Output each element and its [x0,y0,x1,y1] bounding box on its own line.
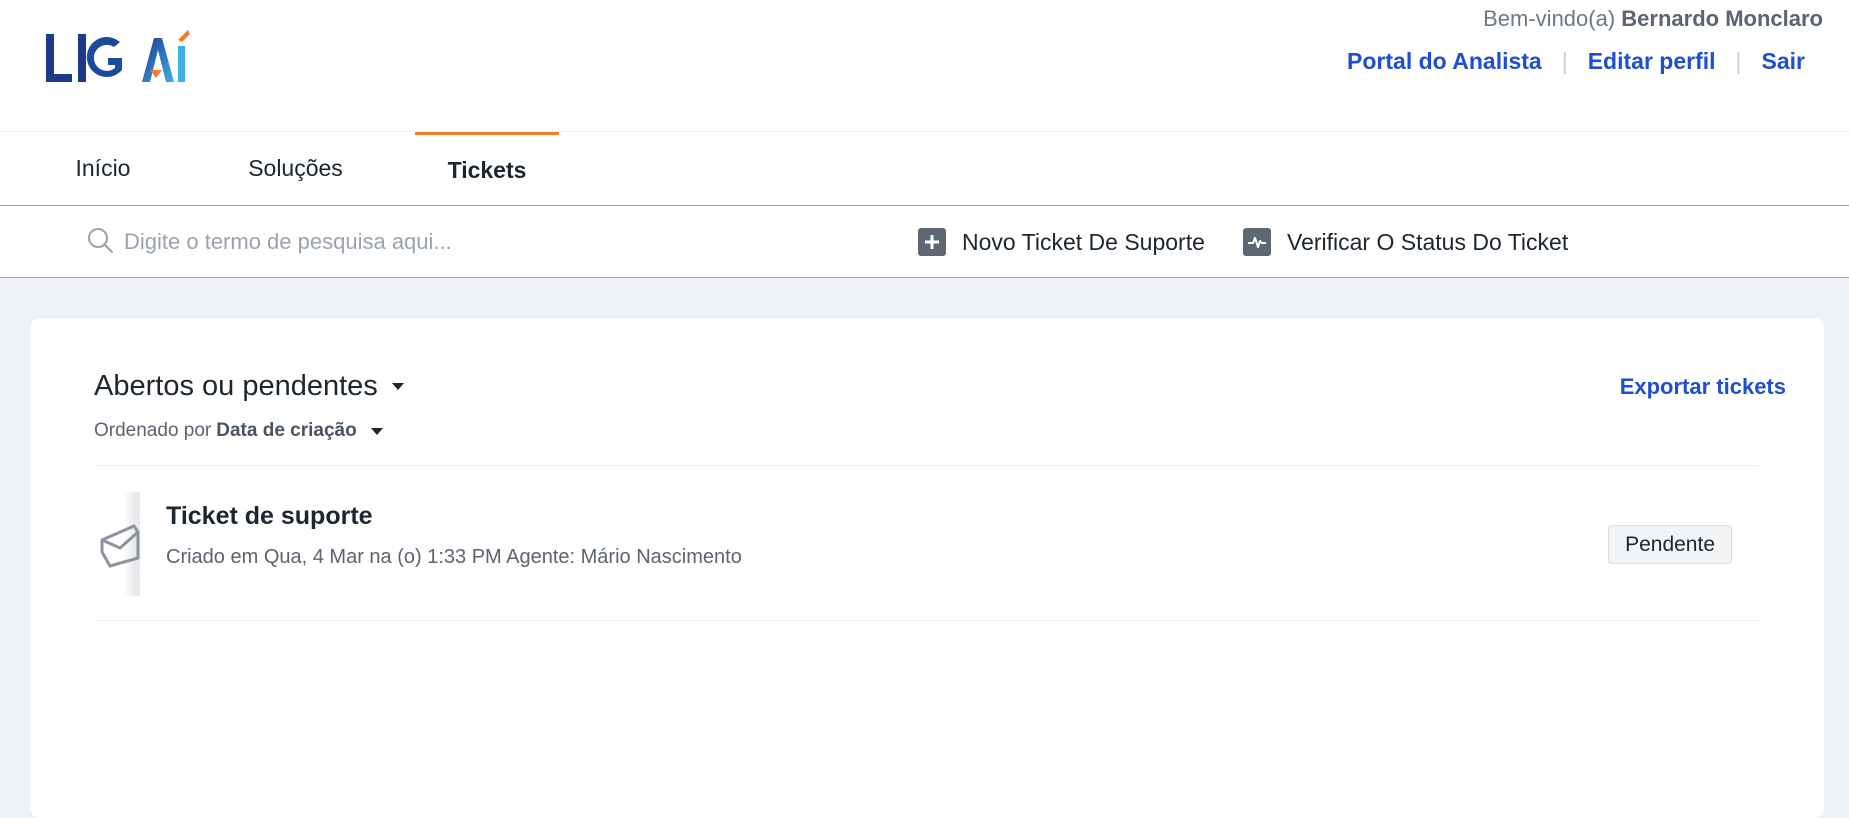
welcome-message: Bem-vindo(a) Bernardo Monclaro [1483,6,1823,32]
new-ticket-label: Novo Ticket De Suporte [962,228,1205,255]
caret-down-icon[interactable] [370,427,383,435]
ticket-title[interactable]: Ticket de suporte [166,502,373,531]
export-tickets-link[interactable]: Exportar tickets [1620,374,1786,400]
tab-solucoes[interactable]: Soluções [228,132,363,205]
divider [94,465,1758,466]
link-separator: | [1561,48,1568,74]
top-links: Portal do Analista | Editar perfil | Sai… [1347,48,1805,75]
pulse-icon [1243,228,1271,256]
status-badge: Pendente [1608,525,1732,564]
check-status-label: Verificar O Status Do Ticket [1287,228,1569,255]
ligai-logo[interactable] [42,26,192,90]
ticket-icon [94,492,140,596]
divider [94,620,1758,621]
search-icon [86,226,114,254]
new-ticket-button[interactable]: Novo Ticket De Suporte [918,224,1205,260]
ticket-meta: Criado em Qua, 4 Mar na (o) 1:33 PM Agen… [166,546,742,568]
ticket-row[interactable]: Ticket de suporte Criado em Qua, 4 Mar n… [94,492,1758,596]
tab-inicio[interactable]: Início [40,132,166,205]
tickets-card: Abertos ou pendentes Ordenado por Data d… [30,318,1824,818]
sort-control: Ordenado por Data de criação [94,420,383,442]
check-status-button[interactable]: Verificar O Status Do Ticket [1243,224,1568,260]
link-separator: | [1735,48,1742,74]
filter-label: Abertos ou pendentes [94,370,378,402]
analyst-portal-link[interactable]: Portal do Analista [1347,48,1542,75]
search-input[interactable] [124,220,844,264]
tab-tickets[interactable]: Tickets [415,132,559,205]
header: Bem-vindo(a) Bernardo Monclaro Portal do… [0,0,1849,132]
caret-down-icon [391,383,404,390]
edit-profile-link[interactable]: Editar perfil [1588,48,1716,75]
search-bar: Novo Ticket De Suporte Verificar O Statu… [0,206,1849,278]
logout-link[interactable]: Sair [1762,48,1805,75]
sort-field-dropdown[interactable]: Data de criação [216,420,356,442]
main-nav: Início Soluções Tickets [0,132,1849,206]
plus-icon [918,228,946,256]
welcome-prefix: Bem-vindo(a) [1483,6,1616,31]
ticket-filter-dropdown[interactable]: Abertos ou pendentes [94,370,404,403]
user-name: Bernardo Monclaro [1621,6,1823,31]
sort-prefix: Ordenado por [94,420,212,441]
